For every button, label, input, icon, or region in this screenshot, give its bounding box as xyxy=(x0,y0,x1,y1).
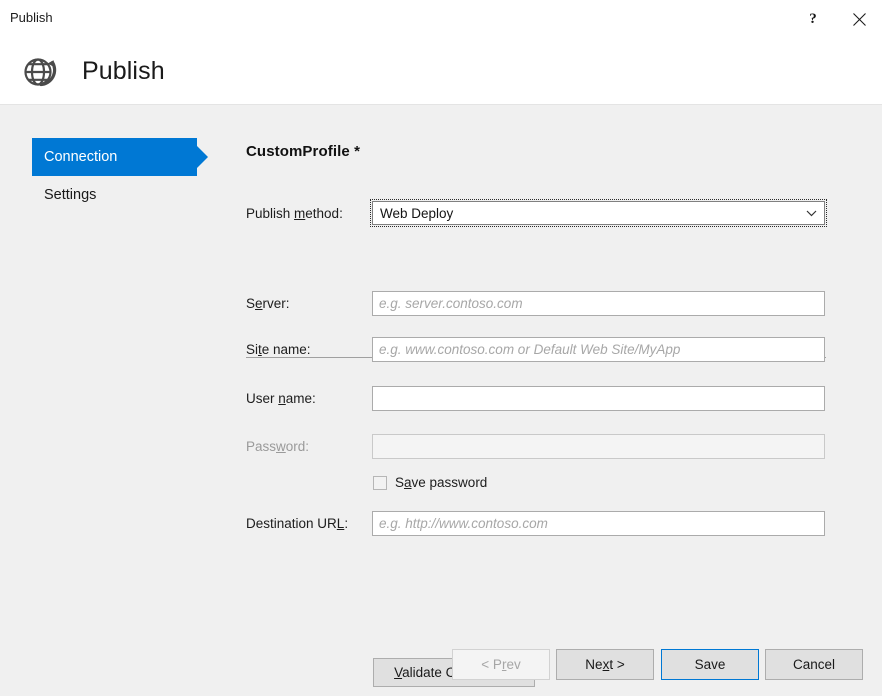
save-password-row: Save password xyxy=(373,475,487,490)
profile-name: CustomProfile * xyxy=(246,143,361,160)
sidebar: Connection Settings xyxy=(32,138,212,214)
sidebar-item-connection[interactable]: Connection xyxy=(32,138,208,176)
question-mark-icon: ? xyxy=(809,10,817,27)
user-name-input[interactable] xyxy=(372,386,825,411)
prev-button[interactable]: < Prev xyxy=(452,649,550,680)
server-input[interactable] xyxy=(372,291,825,316)
destination-url-row: Destination URL: xyxy=(246,511,826,536)
publish-method-dropdown[interactable]: Web Deploy xyxy=(370,199,827,227)
destination-url-label: Destination URL: xyxy=(246,516,349,531)
publish-method-value: Web Deploy xyxy=(380,205,454,221)
save-button-label: Save xyxy=(694,657,726,672)
server-row: Server: xyxy=(246,291,826,316)
dialog-footer: < Prev Next > Save Cancel xyxy=(0,641,882,696)
save-button[interactable]: Save xyxy=(661,649,759,680)
help-button[interactable]: ? xyxy=(790,0,836,38)
window-title: Publish xyxy=(10,10,53,25)
password-label: Password: xyxy=(246,439,310,454)
server-label: Server: xyxy=(246,296,290,311)
close-button[interactable] xyxy=(836,0,882,38)
dialog-header: Publish xyxy=(0,38,882,105)
sidebar-item-label: Connection xyxy=(44,149,118,165)
window-controls: ? xyxy=(790,0,882,38)
cancel-button[interactable]: Cancel xyxy=(765,649,863,680)
sidebar-item-label: Settings xyxy=(44,187,97,203)
destination-url-input[interactable] xyxy=(372,511,825,536)
save-password-label: Save password xyxy=(395,475,488,490)
dialog-body: Connection Settings CustomProfile * Publ… xyxy=(0,105,882,696)
site-name-input[interactable] xyxy=(372,337,825,362)
globe-publish-icon xyxy=(18,49,62,93)
selected-arrow-icon xyxy=(197,146,208,168)
site-name-row: Site name: xyxy=(246,337,826,362)
next-button[interactable]: Next > xyxy=(556,649,654,680)
cancel-button-label: Cancel xyxy=(792,657,836,672)
save-password-checkbox[interactable] xyxy=(373,475,387,490)
close-icon xyxy=(852,12,866,26)
password-row: Password: xyxy=(246,434,826,459)
chevron-down-icon xyxy=(806,210,817,217)
site-name-label: Site name: xyxy=(246,342,311,357)
title-bar: Publish ? xyxy=(0,0,882,38)
user-name-row: User name: xyxy=(246,386,826,411)
user-name-label: User name: xyxy=(246,391,316,406)
page-title: Publish xyxy=(82,56,165,85)
password-input[interactable] xyxy=(372,434,825,459)
publish-method-label: Publish method: xyxy=(246,205,343,221)
publish-method-row: Publish method: Web Deploy xyxy=(246,199,827,227)
sidebar-item-settings[interactable]: Settings xyxy=(32,176,212,214)
